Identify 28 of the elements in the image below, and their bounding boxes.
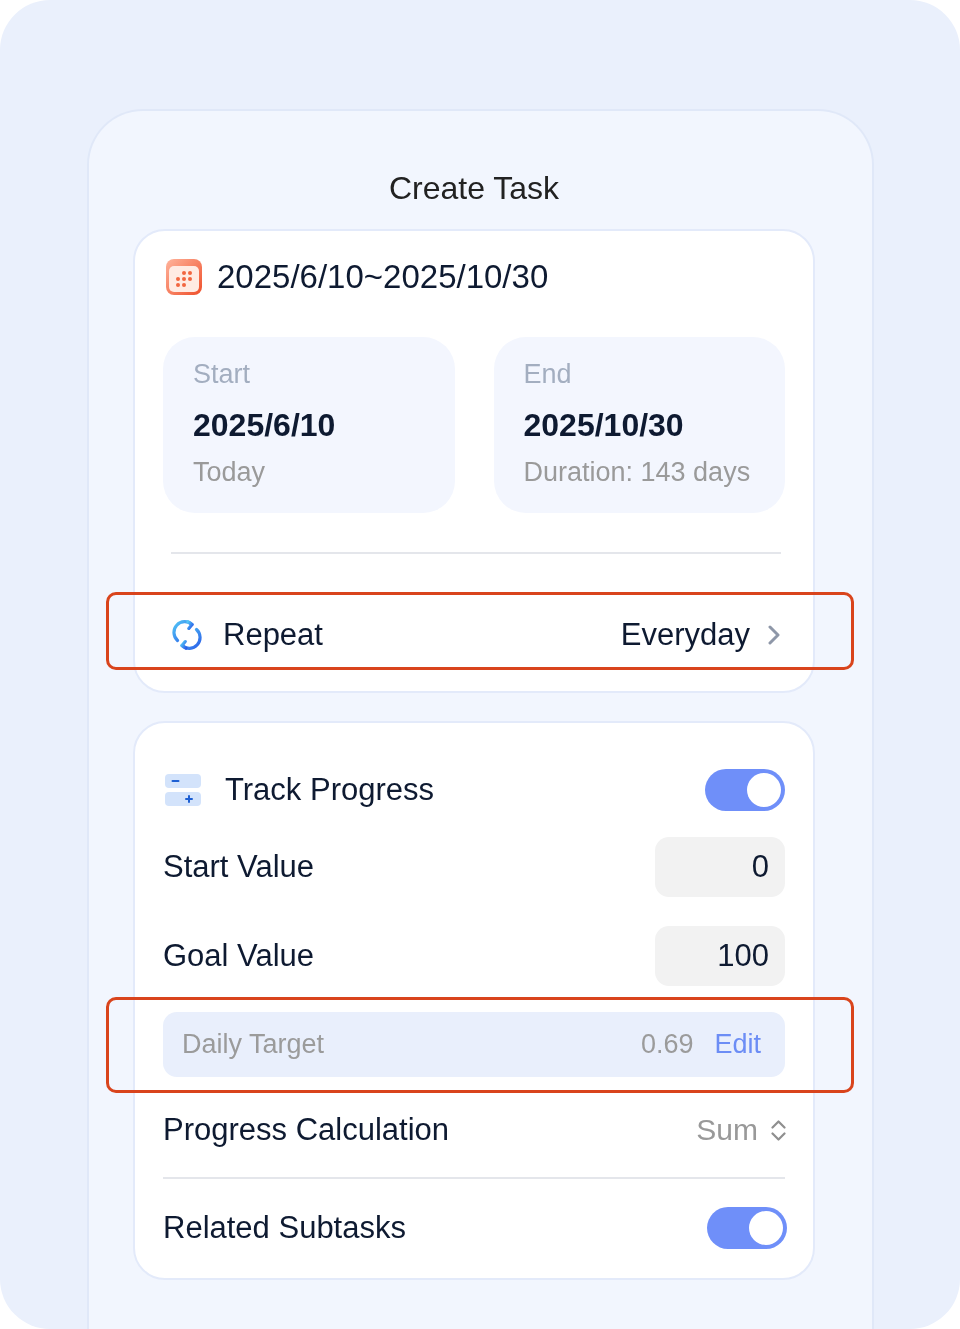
toggle-switch[interactable] bbox=[707, 1207, 787, 1249]
number-field[interactable]: 100 bbox=[655, 926, 785, 986]
date-value: 2025/6/10 bbox=[193, 407, 336, 443]
toggle-switch[interactable] bbox=[705, 769, 785, 811]
number-field[interactable]: 0 bbox=[655, 837, 785, 897]
screen-title: Create Task bbox=[387, 170, 561, 206]
field-label: Start Value bbox=[163, 849, 315, 885]
field-label: Goal Value bbox=[163, 938, 315, 974]
repeat-value[interactable]: Everyday bbox=[620, 617, 750, 653]
chevron-right-icon bbox=[768, 625, 780, 645]
up-down-chevron-icon bbox=[771, 1119, 786, 1141]
date-note: Today bbox=[193, 457, 266, 487]
daily-target-value: 0.69 bbox=[640, 1029, 694, 1060]
date-range-text: 2025/6/10~2025/10/30 bbox=[217, 259, 549, 295]
calendar-icon bbox=[166, 259, 202, 295]
daily-target-label: Daily Target bbox=[182, 1029, 325, 1060]
end-date-tile[interactable]: End 2025/10/30 Duration: 143 days bbox=[493, 337, 785, 513]
plus-minus-icon bbox=[165, 774, 201, 806]
start-date-tile[interactable]: Start 2025/6/10 Today bbox=[163, 337, 455, 513]
date-value: 2025/10/30 bbox=[523, 407, 684, 443]
date-note: Duration: 143 days bbox=[523, 457, 751, 487]
setting-label: Related Subtasks bbox=[163, 1210, 406, 1246]
setting-label: Track Progress bbox=[225, 772, 434, 808]
setting-label: Progress Calculation bbox=[163, 1112, 450, 1148]
repeat-label: Repeat bbox=[223, 617, 323, 653]
repeat-icon bbox=[172, 620, 202, 650]
date-label: Start bbox=[193, 359, 251, 389]
date-label: End bbox=[523, 359, 572, 389]
